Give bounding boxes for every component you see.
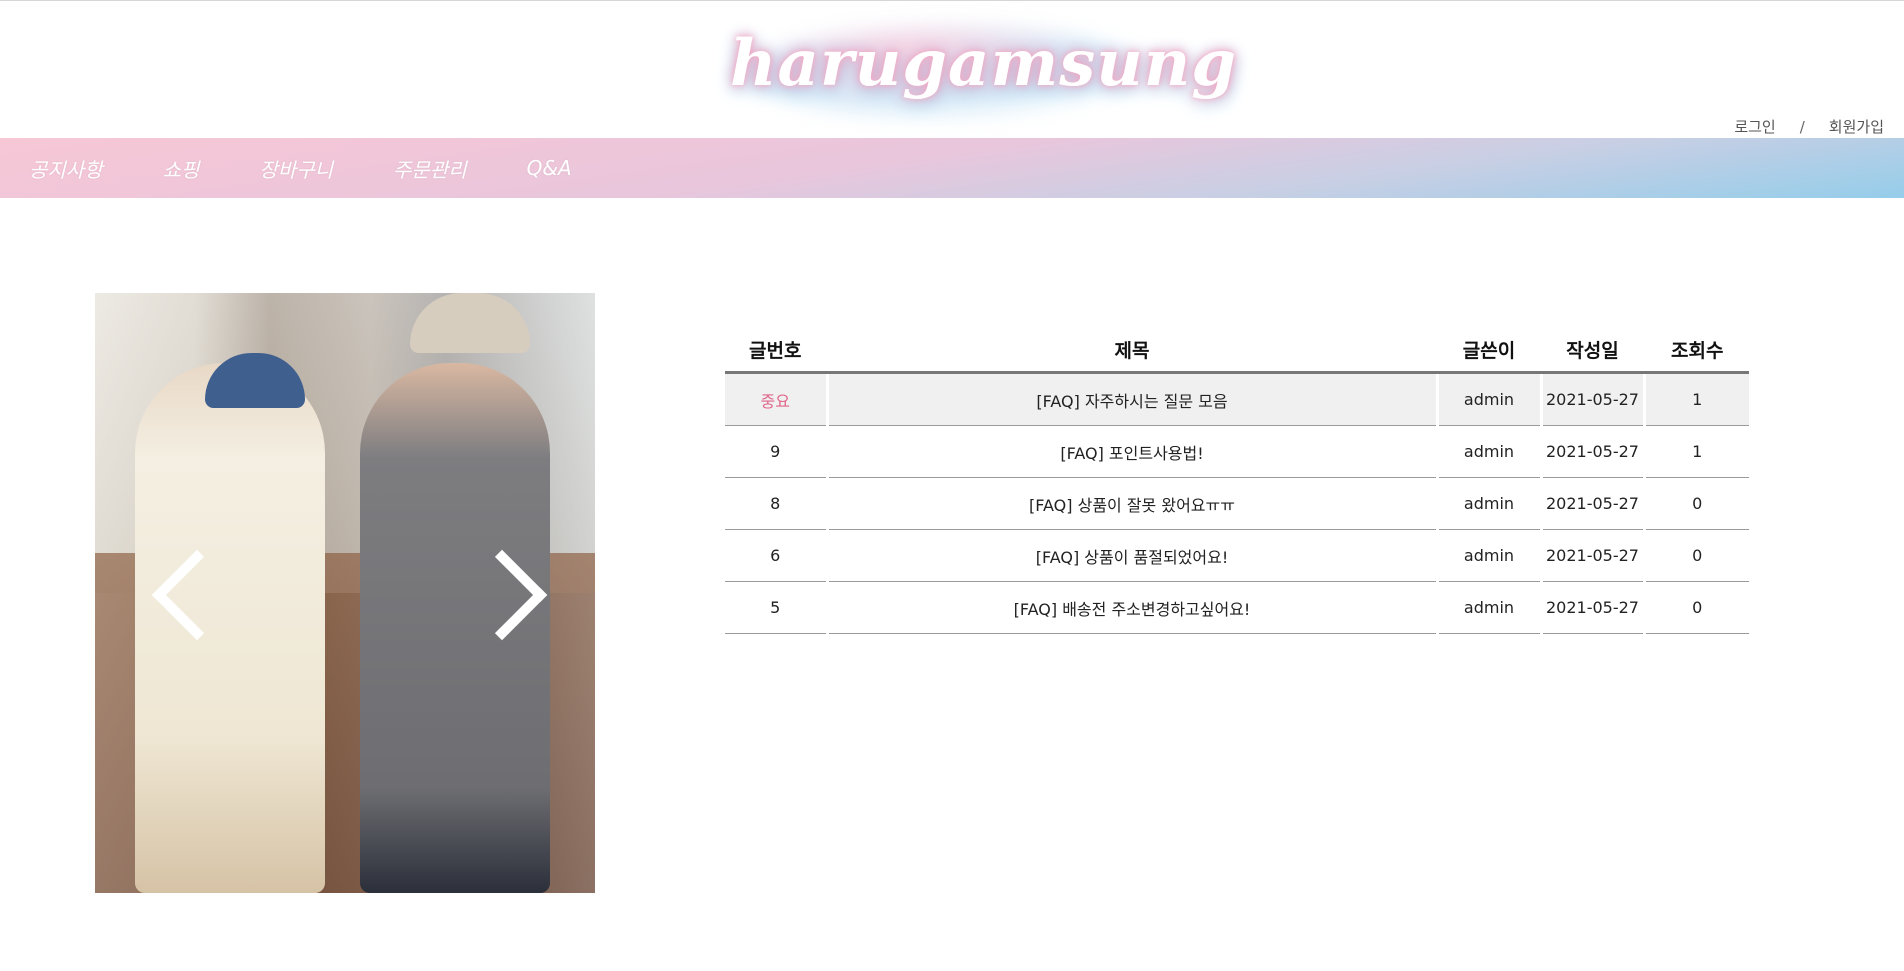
cell-author: admin — [1435, 581, 1541, 634]
main-nav: 공지사항 쇼핑 장바구니 주문관리 Q&A — [0, 138, 1904, 198]
cell-number: 중요 — [725, 372, 827, 426]
cell-author: admin — [1435, 425, 1541, 478]
col-header-views: 조회수 — [1642, 327, 1749, 374]
image-slider — [95, 293, 595, 893]
col-header-title: 제목 — [825, 327, 1437, 374]
cell-date: 2021-05-27 — [1539, 581, 1644, 634]
nav-item-orders[interactable]: 주문관리 — [393, 154, 467, 183]
cell-date: 2021-05-27 — [1539, 529, 1644, 582]
cell-title[interactable]: [FAQ] 상품이 품절되었어요! — [825, 529, 1437, 582]
auth-separator: / — [1799, 118, 1805, 136]
nav-item-shopping[interactable]: 쇼핑 — [163, 154, 200, 183]
signup-link[interactable]: 회원가입 — [1829, 118, 1884, 136]
cell-title[interactable]: [FAQ] 포인트사용법! — [825, 425, 1437, 478]
cell-number: 6 — [725, 529, 827, 582]
auth-links: 로그인 / 회원가입 — [1734, 116, 1884, 137]
col-header-author: 글쓴이 — [1435, 327, 1541, 374]
cell-title[interactable]: [FAQ] 상품이 잘못 왔어요ㅠㅠ — [825, 477, 1437, 530]
table-row[interactable]: 5 [FAQ] 배송전 주소변경하고싶어요! admin 2021-05-27 … — [725, 581, 1749, 634]
table-row[interactable]: 6 [FAQ] 상품이 품절되었어요! admin 2021-05-27 0 — [725, 529, 1749, 582]
table-header-row: 글번호 제목 글쓴이 작성일 조회수 — [725, 327, 1749, 374]
cell-views: 0 — [1642, 529, 1749, 582]
cell-views: 0 — [1642, 477, 1749, 530]
cell-date: 2021-05-27 — [1539, 372, 1644, 426]
table-row[interactable]: 8 [FAQ] 상품이 잘못 왔어요ㅠㅠ admin 2021-05-27 0 — [725, 477, 1749, 530]
slide-model-right — [360, 363, 550, 893]
logo-text: harugamsung — [730, 26, 1238, 101]
page: harugamsung 로그인 / 회원가입 공지사항 쇼핑 장바구니 주문관리 Q… — [0, 0, 1904, 971]
table-row[interactable]: 9 [FAQ] 포인트사용법! admin 2021-05-27 1 — [725, 425, 1749, 478]
nav-item-qna[interactable]: Q&A — [527, 156, 572, 180]
top-divider — [0, 0, 1904, 1]
nav-item-cart[interactable]: 장바구니 — [259, 154, 333, 183]
cell-views: 1 — [1642, 425, 1749, 478]
col-header-number: 글번호 — [725, 327, 827, 374]
slide-model-left — [135, 363, 325, 893]
cell-number: 5 — [725, 581, 827, 634]
cell-author: admin — [1435, 372, 1541, 426]
login-link[interactable]: 로그인 — [1734, 118, 1775, 136]
cell-date: 2021-05-27 — [1539, 425, 1644, 478]
table-row[interactable]: 중요 [FAQ] 자주하시는 질문 모음 admin 2021-05-27 1 — [725, 372, 1749, 426]
cell-views: 0 — [1642, 581, 1749, 634]
cell-date: 2021-05-27 — [1539, 477, 1644, 530]
cell-title[interactable]: [FAQ] 자주하시는 질문 모음 — [825, 372, 1437, 426]
cell-author: admin — [1435, 477, 1541, 530]
cell-number: 8 — [725, 477, 827, 530]
cell-title[interactable]: [FAQ] 배송전 주소변경하고싶어요! — [825, 581, 1437, 634]
site-logo[interactable]: harugamsung — [730, 10, 1238, 130]
cell-number: 9 — [725, 425, 827, 478]
faq-board-table: 글번호 제목 글쓴이 작성일 조회수 중요 [FAQ] 자주하시는 질문 모음 … — [725, 327, 1749, 634]
cell-views: 1 — [1642, 372, 1749, 426]
nav-item-notice[interactable]: 공지사항 — [29, 154, 103, 183]
cell-author: admin — [1435, 529, 1541, 582]
col-header-date: 작성일 — [1539, 327, 1644, 374]
